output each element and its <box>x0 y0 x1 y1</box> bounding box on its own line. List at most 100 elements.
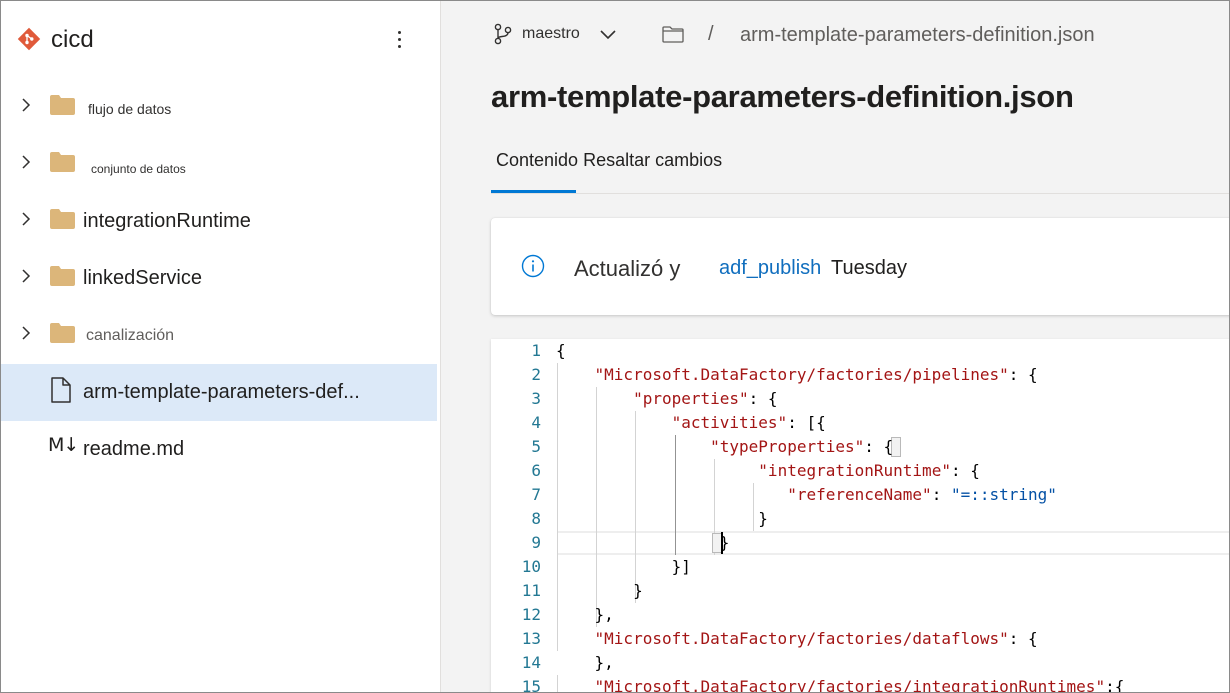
json-punctuation: : { <box>1008 365 1038 384</box>
json-punctuation <box>556 629 595 648</box>
json-punctuation: : { <box>748 389 778 408</box>
tree-item-flujo-de-datos[interactable]: flujo de datos <box>1 79 437 136</box>
info-icon <box>521 254 545 278</box>
json-key: "Microsoft.DataFactory/factories/integra… <box>594 677 1106 693</box>
code-line[interactable]: 11 } <box>491 579 1229 603</box>
code-text: }] <box>556 555 691 579</box>
code-line[interactable]: 10 }] <box>491 555 1229 579</box>
tree-item-readme[interactable]: M↓ readme.md <box>1 421 437 478</box>
line-number: 7 <box>531 485 541 504</box>
json-key: "typeProperties" <box>710 437 865 456</box>
tree-item-label: readme.md <box>83 438 185 460</box>
more-dot-icon <box>397 30 401 34</box>
json-punctuation: }] <box>556 557 691 576</box>
code-line[interactable]: 7 "referenceName": "=::string" <box>491 483 1229 507</box>
tree-item-linkedservice[interactable]: linkedService <box>1 250 437 307</box>
chevron-right-icon[interactable] <box>19 154 33 170</box>
json-key: "activities" <box>671 413 788 432</box>
folder-icon <box>50 323 75 343</box>
chevron-right-icon[interactable] <box>19 268 33 284</box>
last-update-card: Actualizó y adf_publish Tuesday <box>491 218 1229 315</box>
json-key: "integrationRuntime" <box>758 461 951 480</box>
chevron-down-icon[interactable] <box>599 27 617 41</box>
code-line[interactable]: 1{ <box>491 339 1229 363</box>
code-line[interactable]: 3 "properties": { <box>491 387 1229 411</box>
tree-item-conjunto-de-datos[interactable]: conjunto de datos <box>1 136 437 193</box>
line-number: 6 <box>531 461 541 480</box>
tree-item-label: arm-template-parameters-def... <box>83 381 360 403</box>
folder-outline-icon[interactable] <box>662 26 684 43</box>
json-punctuation: :{ <box>1105 677 1125 693</box>
json-punctuation <box>556 365 595 384</box>
tree-item-canalizacion[interactable]: canalización <box>1 307 437 364</box>
page-title: arm-template-parameters-definition.json <box>491 79 1074 114</box>
code-text: "Microsoft.DataFactory/factories/integra… <box>556 675 1125 693</box>
json-punctuation: : { <box>950 461 980 480</box>
branch-icon <box>494 23 512 45</box>
json-key: "properties" <box>633 389 749 408</box>
tab-contents[interactable]: Contenido Resaltar cambios <box>496 150 722 171</box>
update-day: Tuesday <box>831 257 907 279</box>
tabs-divider <box>491 193 1229 194</box>
code-line[interactable]: 2 "Microsoft.DataFactory/factories/pipel… <box>491 363 1229 387</box>
code-line[interactable]: 14 }, <box>491 651 1229 675</box>
file-tree: flujo de datos conjunto de datos integra… <box>1 79 441 478</box>
json-punctuation: : { <box>864 437 894 456</box>
line-number: 13 <box>521 629 541 648</box>
line-number: 3 <box>531 389 541 408</box>
folder-icon <box>50 209 75 229</box>
json-punctuation: : [{ <box>787 413 826 432</box>
line-number: 10 <box>521 557 541 576</box>
more-options-button[interactable] <box>387 23 411 55</box>
code-text: } <box>556 579 643 603</box>
code-line[interactable]: 13 "Microsoft.DataFactory/factories/data… <box>491 627 1229 651</box>
folder-icon <box>50 152 75 172</box>
tree-item-integrationruntime[interactable]: integrationRuntime <box>1 193 437 250</box>
tree-item-label: canalización <box>86 327 175 344</box>
chevron-right-icon[interactable] <box>19 325 33 341</box>
more-dot-icon <box>397 44 401 48</box>
code-text: "typeProperties": { <box>556 435 893 459</box>
code-line[interactable]: 9 } <box>491 531 1229 555</box>
chevron-right-icon[interactable] <box>19 97 33 113</box>
json-punctuation: } <box>556 509 768 528</box>
json-punctuation <box>556 413 672 432</box>
code-line[interactable]: 4 "activities": [{ <box>491 411 1229 435</box>
repo-header: cicd <box>1 1 441 79</box>
git-repo-logo-icon <box>17 27 41 51</box>
tree-item-label: flujo de datos <box>88 101 172 117</box>
chevron-right-icon[interactable] <box>19 211 33 227</box>
file-icon <box>51 377 71 403</box>
json-punctuation <box>556 437 710 456</box>
json-punctuation: : { <box>1008 629 1038 648</box>
tree-item-arm-template-file[interactable]: arm-template-parameters-def... <box>1 364 437 421</box>
json-punctuation <box>556 389 633 408</box>
tree-item-label: conjunto de datos <box>91 162 186 176</box>
json-string: "=::string" <box>950 485 1057 504</box>
line-number: 11 <box>521 581 541 600</box>
line-number: 15 <box>521 677 541 693</box>
file-explorer-sidebar: cicd flujo de datos conjunto de datos in… <box>1 1 441 692</box>
code-text: } <box>556 507 768 531</box>
breadcrumb-file[interactable]: arm-template-parameters-definition.json <box>740 24 1095 47</box>
code-text: }, <box>556 603 614 627</box>
branch-selector[interactable]: maestro <box>522 25 580 43</box>
json-punctuation <box>556 485 787 504</box>
code-editor[interactable]: 1{2 "Microsoft.DataFactory/factories/pip… <box>491 339 1229 693</box>
code-line[interactable]: 8 } <box>491 507 1229 531</box>
markdown-icon: M↓ <box>48 434 79 456</box>
line-number: 1 <box>531 341 541 360</box>
folder-icon <box>50 266 75 286</box>
json-punctuation: }, <box>556 605 614 624</box>
code-text: "properties": { <box>556 387 778 411</box>
app-frame: cicd flujo de datos conjunto de datos in… <box>0 0 1230 693</box>
line-number: 5 <box>531 437 541 456</box>
code-line[interactable]: 5 "typeProperties": { <box>491 435 1229 459</box>
repo-name[interactable]: cicd <box>51 25 94 55</box>
commit-link[interactable]: adf_publish <box>719 257 821 280</box>
code-line[interactable]: 12 }, <box>491 603 1229 627</box>
code-line[interactable]: 15 "Microsoft.DataFactory/factories/inte… <box>491 675 1229 693</box>
json-punctuation <box>556 677 595 692</box>
code-line[interactable]: 6 "integrationRuntime": { <box>491 459 1229 483</box>
code-text: "integrationRuntime": { <box>556 459 980 483</box>
